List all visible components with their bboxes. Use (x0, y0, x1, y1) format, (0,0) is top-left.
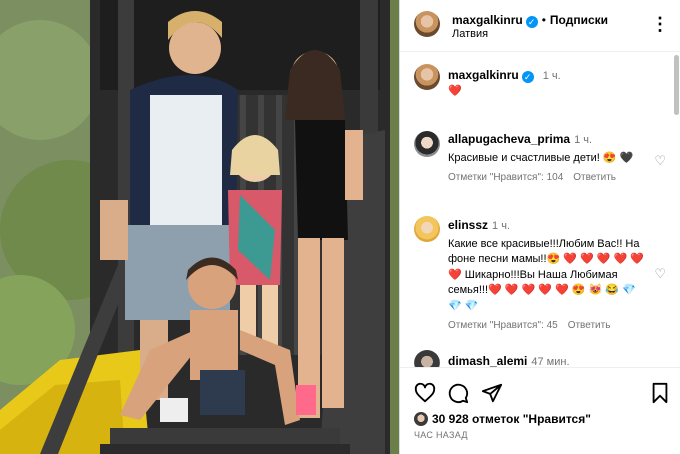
post-timestamp[interactable]: ЧАС НАЗАД (414, 430, 468, 440)
following-button[interactable]: Подписки (550, 13, 608, 27)
comment-header: elinssz 1 ч. (448, 218, 648, 235)
separator-dot: • (541, 13, 546, 27)
comment-username[interactable]: elinssz (448, 218, 488, 232)
comment-header: dimash_alemi 47 мин. (448, 352, 570, 367)
post-sidebar: maxgalkinru ✓ • Подписки Латвия ⋮ maxgalkin… (399, 0, 680, 454)
comment-username[interactable]: allapugacheva_prima (448, 132, 570, 146)
comment-body: elinssz 1 ч. Какие все красивые!!!Любим В… (448, 218, 648, 331)
comment-likes-link[interactable]: Отметки "Нравится": 104 (448, 172, 563, 183)
comment-meta: Отметки "Нравится": 104 Ответить (448, 172, 648, 183)
likes-count[interactable]: 30 928 отметок "Нравится" (432, 412, 591, 426)
comment-icon[interactable] (447, 382, 469, 404)
location-link[interactable]: Латвия (452, 28, 488, 40)
scrollbar-thumb[interactable] (674, 55, 679, 115)
caption-header: maxgalkinru ✓ 1 ч. (448, 66, 561, 84)
comments-scrollbar[interactable] (672, 53, 680, 367)
comment-meta: Отметки "Нравится": 45 Ответить (448, 320, 648, 331)
comment-like-heart-icon[interactable]: ♡ (654, 266, 666, 282)
photo-illustration (0, 0, 399, 454)
verified-icon: ✓ (521, 71, 534, 83)
caption-text: ❤️ (448, 85, 462, 97)
caption-time[interactable]: 1 ч. (543, 70, 561, 82)
likes-summary[interactable]: 30 928 отметок "Нравится" (414, 412, 591, 426)
post-actions: 30 928 отметок "Нравится" ЧАС НАЗАД (400, 367, 680, 454)
comment-time[interactable]: 1 ч. (574, 134, 592, 146)
comment-username[interactable]: dimash_alemi (448, 354, 527, 367)
bookmark-icon[interactable] (649, 382, 671, 404)
header-user-line: maxgalkinru ✓ • Подписки (452, 11, 608, 29)
reply-button[interactable]: Ответить (573, 172, 616, 183)
comment-avatar[interactable] (414, 216, 440, 242)
caption-avatar[interactable] (414, 64, 440, 90)
comment-body: allapugacheva_prima 1 ч. Красивые и счаст… (448, 132, 648, 183)
author-username[interactable]: maxgalkinru (452, 13, 523, 27)
comment-avatar[interactable] (414, 350, 440, 367)
comments-list: maxgalkinru ✓ 1 ч. ❤️ allapugacheva_prima 1… (400, 53, 680, 367)
comment-avatar[interactable] (414, 131, 440, 157)
reply-button[interactable]: Ответить (568, 320, 611, 331)
heart-icon[interactable] (414, 382, 436, 404)
verified-icon: ✓ (525, 16, 538, 28)
post-header: maxgalkinru ✓ • Подписки Латвия ⋮ (400, 0, 680, 52)
share-icon[interactable] (481, 382, 503, 404)
comment-text: Какие все красивые!!!Любим Вас!! На фоне… (448, 237, 644, 312)
more-icon[interactable]: ⋮ (651, 14, 669, 35)
liker-avatar (414, 412, 428, 426)
comment-header: allapugacheva_prima 1 ч. (448, 132, 648, 149)
comment-like-heart-icon[interactable]: ♡ (654, 153, 666, 169)
comment-time[interactable]: 47 мин. (531, 356, 569, 367)
caption-username[interactable]: maxgalkinru (448, 68, 519, 82)
comment-likes-link[interactable]: Отметки "Нравится": 45 (448, 320, 558, 331)
author-avatar[interactable] (414, 11, 440, 37)
post-photo[interactable] (0, 0, 399, 454)
comment-text: Красивые и счастливые дети! 😍 🖤 (448, 151, 634, 164)
comment-time[interactable]: 1 ч. (492, 220, 510, 232)
